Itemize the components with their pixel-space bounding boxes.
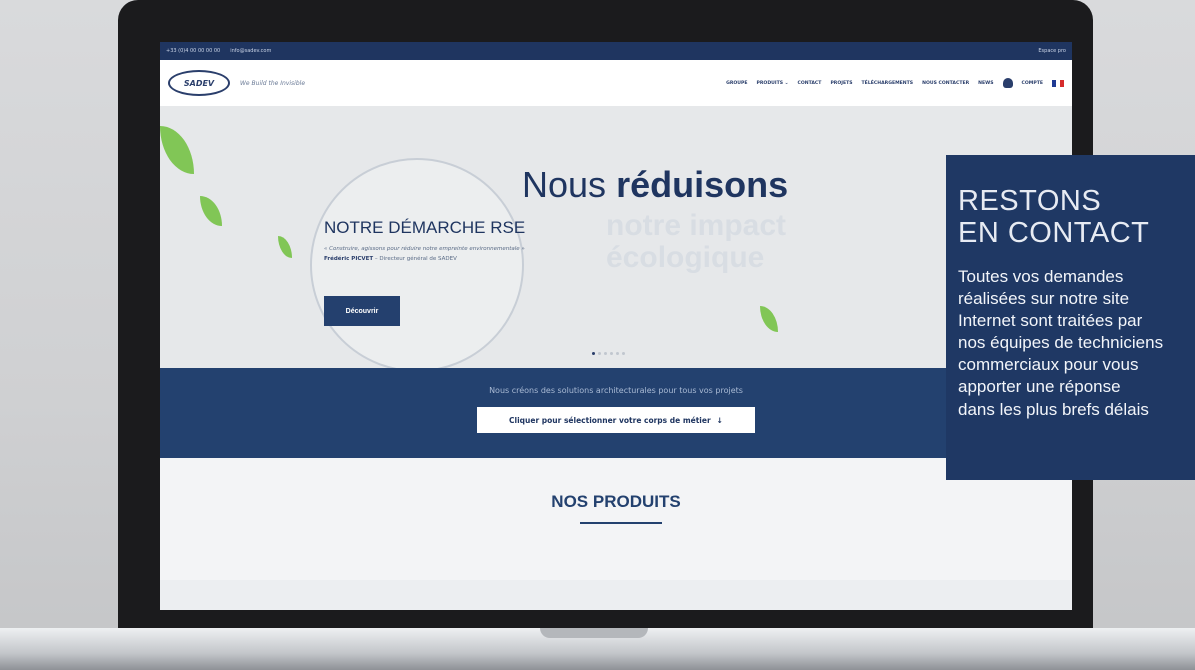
- menu-item-contact[interactable]: CONTACT: [797, 81, 821, 86]
- contact-title: RESTONS EN CONTACT: [958, 185, 1150, 250]
- sadev-logo[interactable]: SADEV: [168, 70, 230, 96]
- contact-body-line: apporter une réponse: [958, 377, 1121, 397]
- french-flag-icon[interactable]: [1052, 79, 1064, 87]
- products-title: NOS PRODUITS: [551, 492, 681, 511]
- leaf-decoration: [160, 126, 194, 174]
- title-underline: [580, 522, 662, 524]
- slider-dots: [592, 352, 625, 355]
- leaf-decoration: [200, 196, 222, 226]
- laptop-screen: +33 (0)4 00 00 00 00 info@sadev.com Espa…: [160, 42, 1072, 610]
- leaf-decoration: [278, 236, 292, 258]
- slider-dot[interactable]: [622, 352, 625, 355]
- main-menu: GROUPE PRODUITS ⌄ CONTACT PROJETS TÉLÉCH…: [726, 78, 1064, 88]
- contact-body-line: commerciaux pour vous: [958, 355, 1139, 375]
- slider-dot[interactable]: [592, 352, 595, 355]
- email-text[interactable]: info@sadev.com: [230, 48, 271, 54]
- globe-illustration: [310, 158, 524, 368]
- discover-button[interactable]: Découvrir: [324, 296, 400, 326]
- screen-bottom-area: [160, 580, 1072, 610]
- menu-item-compte[interactable]: COMPTE: [1022, 81, 1044, 86]
- trade-select-button[interactable]: Cliquer pour sélectionner votre corps de…: [477, 407, 755, 433]
- slider-dot[interactable]: [604, 352, 607, 355]
- contact-panel: RESTONS EN CONTACT Toutes vos demandes r…: [946, 155, 1195, 480]
- main-navbar: SADEV We Build the Invisible GROUPE PROD…: [160, 60, 1072, 107]
- menu-item-projets[interactable]: PROJETS: [830, 81, 852, 86]
- rse-title: NOTRE DÉMARCHE RSE: [324, 218, 526, 237]
- top-info-bar: +33 (0)4 00 00 00 00 info@sadev.com Espa…: [160, 42, 1072, 60]
- hero-ghost-text: notre impact écologique: [606, 209, 787, 274]
- leaf-decoration: [760, 306, 778, 332]
- menu-item-nous-contacter[interactable]: NOUS CONTACTER: [922, 81, 969, 86]
- menu-item-telechargements[interactable]: TÉLÉCHARGEMENTS: [862, 81, 914, 86]
- laptop-notch: [540, 628, 648, 638]
- contact-body-line: Internet sont traitées par: [958, 311, 1143, 331]
- band-text: Nous créons des solutions architecturale…: [489, 386, 743, 395]
- contact-body-line: réalisées sur notre site: [958, 289, 1130, 309]
- menu-item-news[interactable]: NEWS: [978, 81, 993, 86]
- arrow-down-icon: ↓: [716, 415, 723, 425]
- contact-body-line: nos équipes de techniciens: [958, 333, 1164, 353]
- tagline: We Build the Invisible: [240, 79, 306, 87]
- user-icon[interactable]: [1002, 78, 1013, 88]
- solutions-band: Nous créons des solutions architecturale…: [160, 368, 1072, 458]
- trade-select-label: Cliquer pour sélectionner votre corps de…: [509, 415, 711, 425]
- contact-body-line: dans les plus brefs délais: [958, 399, 1149, 419]
- hero-slider: Nous réduisons notre impact écologique N…: [160, 106, 1072, 368]
- hero-title: Nous réduisons: [522, 164, 789, 205]
- slider-dot[interactable]: [616, 352, 619, 355]
- menu-item-groupe[interactable]: GROUPE: [726, 81, 747, 86]
- phone-text[interactable]: +33 (0)4 00 00 00 00: [166, 48, 220, 54]
- slider-dot[interactable]: [598, 352, 601, 355]
- rse-author: Frédéric PICVET – Directeur général de S…: [324, 256, 457, 262]
- pro-space-link[interactable]: Espace pro: [1038, 48, 1066, 54]
- contact-body: Toutes vos demandes réalisées sur notre …: [958, 266, 1195, 421]
- contact-body-line: Toutes vos demandes: [958, 266, 1124, 286]
- menu-item-produits[interactable]: PRODUITS ⌄: [757, 81, 789, 86]
- slider-dot[interactable]: [610, 352, 613, 355]
- rse-quote: « Construire, agissons pour réduire notr…: [324, 246, 525, 252]
